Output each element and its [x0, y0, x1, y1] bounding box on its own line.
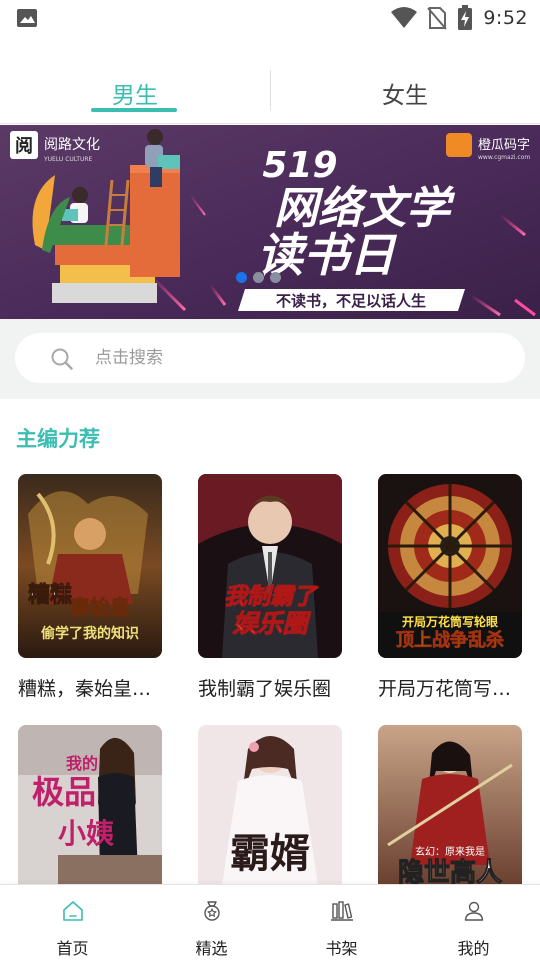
search-input[interactable]: [95, 333, 495, 383]
book-title[interactable]: 开局万花筒写…: [378, 674, 522, 701]
nav-bookshelf[interactable]: 书架: [274, 885, 409, 960]
tab-female[interactable]: 女生: [270, 64, 540, 122]
nav-bookshelf-label: 书架: [325, 939, 358, 958]
banner-partner-url: www.cgmazi.com: [478, 154, 530, 161]
book-title[interactable]: 我制霸了娱乐圈: [198, 674, 342, 701]
svg-text:阅: 阅: [15, 135, 33, 157]
status-bar: 9:52: [0, 0, 540, 36]
banner-dot[interactable]: [253, 272, 264, 283]
book-cover[interactable]: 霸婿: [198, 725, 342, 909]
book-cover[interactable]: 玄幻：原来我是 隐世高人: [378, 725, 522, 909]
home-icon: [62, 901, 83, 921]
banner-headline-1: 网络文学: [274, 183, 456, 234]
featured-icon: [203, 901, 220, 921]
svg-text:秦始皇: 秦始皇: [69, 595, 130, 619]
active-tab-indicator: [91, 108, 177, 112]
banner-number: 519: [262, 145, 337, 186]
banner-dot[interactable]: [270, 272, 281, 283]
section-title: 主编力荐: [16, 427, 100, 451]
svg-text:我的: 我的: [66, 754, 98, 773]
sim-off-icon: [427, 7, 448, 30]
svg-text:玄幻：原来我是: 玄幻：原来我是: [415, 845, 485, 858]
nav-featured-label: 精选: [195, 939, 228, 958]
svg-text:顶上战争乱杀: 顶上战争乱杀: [396, 629, 504, 651]
book-card[interactable]: 开局万花筒写轮眼 顶上战争乱杀 开局万花筒写…: [378, 474, 522, 701]
search-area: [0, 319, 540, 399]
svg-text:小姨: 小姨: [58, 817, 114, 850]
status-time: 9:52: [483, 7, 528, 29]
banner-partner: 橙瓜码字: [478, 138, 530, 153]
svg-text:隐世高人: 隐世高人: [398, 857, 502, 885]
book-title[interactable]: 糟糕，秦始皇…: [18, 674, 162, 701]
svg-text:偷学了我的知识: 偷学了我的知识: [41, 625, 139, 642]
nav-home-label: 首页: [56, 939, 89, 958]
book-card[interactable]: 我制霸了 娱乐圈 我制霸了娱乐圈: [198, 474, 342, 701]
gender-tabs: 男生 女生: [0, 64, 540, 124]
image-icon: [17, 9, 37, 27]
battery-charging-icon: [458, 5, 473, 30]
book-cover[interactable]: 糟糕 秦始皇 偷学了我的知识: [18, 474, 162, 658]
banner-pager[interactable]: [236, 272, 281, 283]
banner-slogan: 不读书，不足以话人生: [276, 292, 426, 310]
book-card[interactable]: 糟糕 秦始皇 偷学了我的知识 糟糕，秦始皇…: [18, 474, 162, 701]
tab-male[interactable]: 男生: [0, 64, 270, 122]
book-cover[interactable]: 极品 我的 小姨: [18, 725, 162, 909]
banner-publisher: 阅路文化: [44, 137, 100, 153]
nav-featured[interactable]: 精选: [144, 885, 279, 960]
svg-text:霸婿: 霸婿: [230, 830, 310, 877]
banner-publisher-en: YUELU CULTURE: [43, 156, 93, 163]
svg-text:我制霸了: 我制霸了: [224, 584, 319, 610]
svg-text:娱乐圈: 娱乐圈: [232, 609, 311, 638]
svg-text:糟糕: 糟糕: [28, 582, 72, 608]
bottom-nav: 首页 精选 书架 我的: [0, 884, 540, 960]
bookshelf-icon: [330, 901, 353, 921]
wifi-icon: [391, 7, 418, 28]
banner-dot[interactable]: [236, 272, 247, 283]
search-icon: [51, 348, 73, 370]
book-cover[interactable]: 开局万花筒写轮眼 顶上战争乱杀: [378, 474, 522, 658]
svg-text:极品: 极品: [32, 773, 96, 811]
nav-profile[interactable]: 我的: [406, 885, 540, 960]
banner-artwork: 阅 阅路文化 YUELU CULTURE 橙瓜码字 www.cgmazi.com: [0, 125, 540, 319]
book-cover[interactable]: 我制霸了 娱乐圈: [198, 474, 342, 658]
profile-icon: [464, 901, 483, 921]
search-box[interactable]: [15, 333, 525, 383]
nav-profile-label: 我的: [457, 939, 490, 958]
svg-text:开局万花筒写轮眼: 开局万花筒写轮眼: [402, 614, 498, 629]
nav-home[interactable]: 首页: [5, 885, 140, 960]
promo-banner[interactable]: 阅 阅路文化 YUELU CULTURE 橙瓜码字 www.cgmazi.com: [0, 125, 540, 319]
